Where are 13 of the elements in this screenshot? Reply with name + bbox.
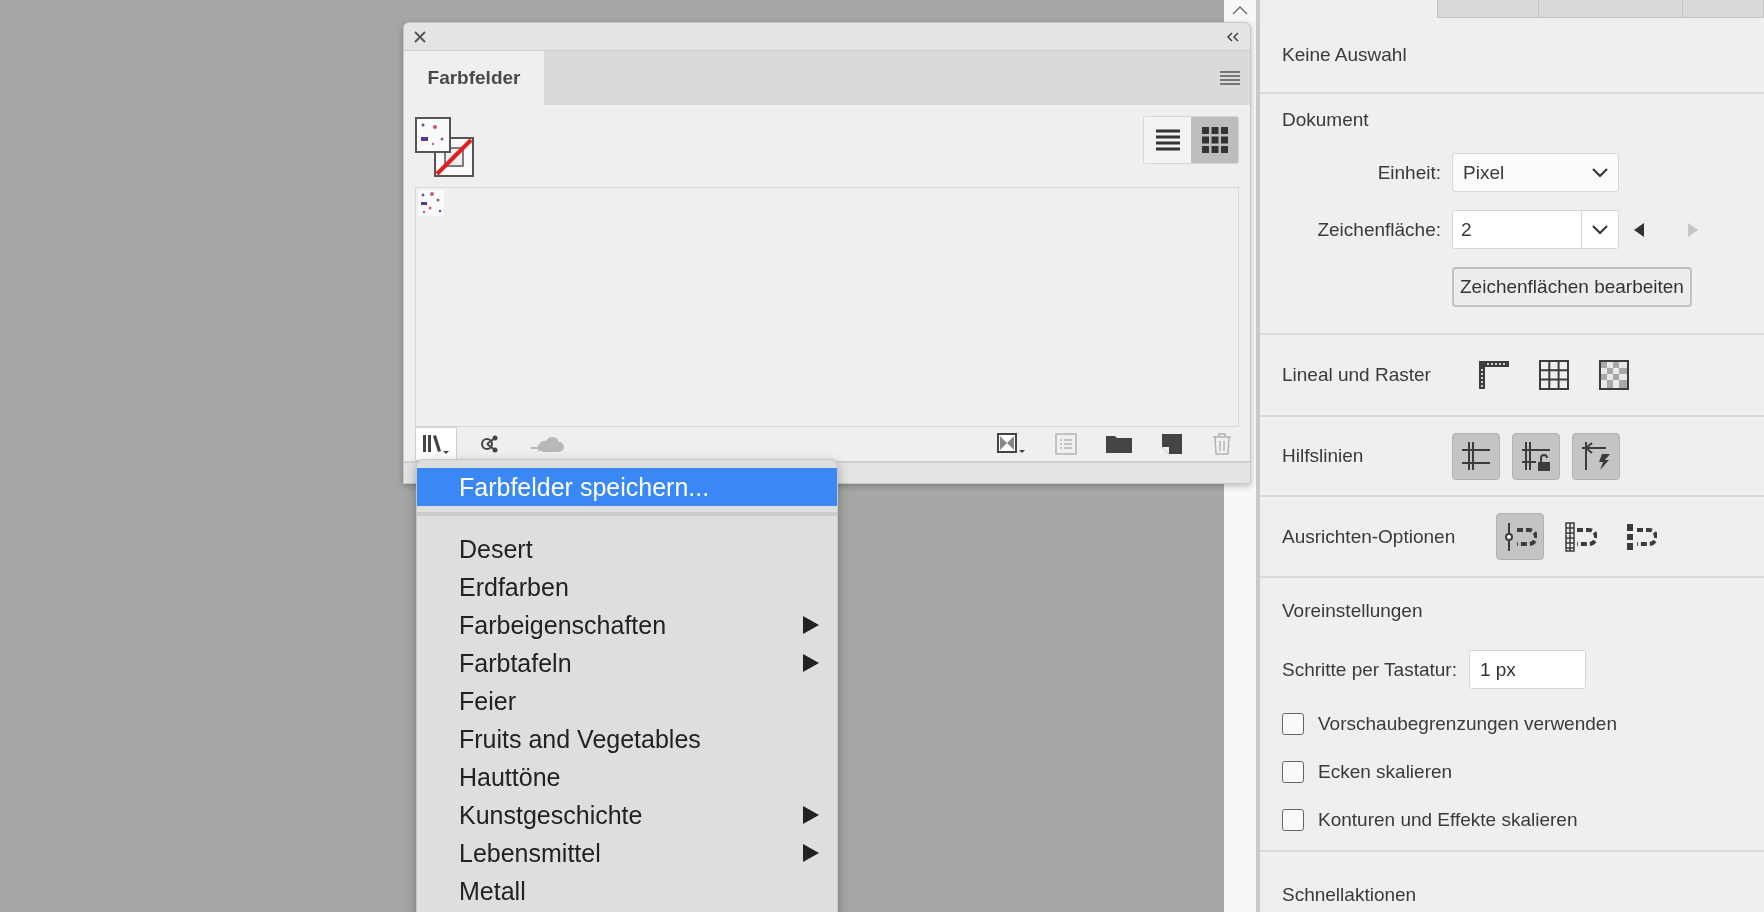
section-title: Hilfslinien <box>1282 445 1365 467</box>
checkbox-label: Konturen und Effekte skalieren <box>1318 809 1578 831</box>
field-label: Einheit: <box>1376 161 1441 184</box>
field-label: Schritte per Tastatur: <box>1282 658 1457 681</box>
checkbox-label: Vorschaubegrenzungen verwenden <box>1318 713 1617 735</box>
checkbox-label: Ecken skalieren <box>1318 761 1453 783</box>
section-title: Ausrichten-Optionen <box>1282 525 1457 548</box>
section-title: Voreinstellungen <box>1282 600 1424 622</box>
field-label: Zeichenfläche: <box>1316 218 1441 241</box>
selection-status: Keine Auswahl <box>1282 44 1408 66</box>
section-title: Lineal und Raster <box>1282 364 1432 386</box>
section-title: Dokument <box>1282 109 1370 131</box>
section-title: Schnellaktionen <box>1282 884 1418 906</box>
